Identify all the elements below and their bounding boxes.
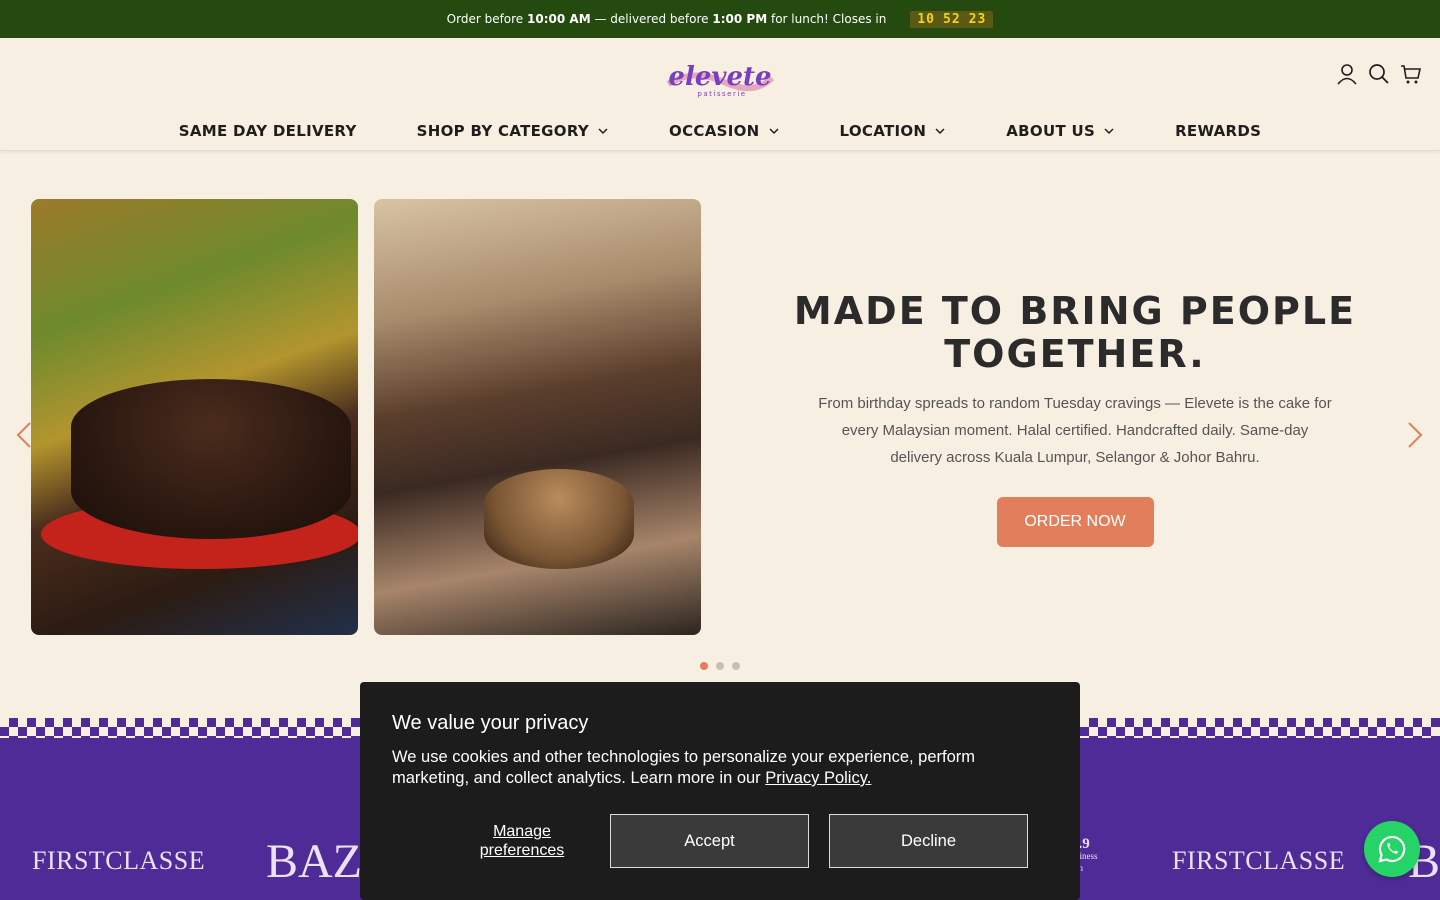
celebration-cake	[484, 469, 634, 569]
cookie-body-text: We use cookies and other technologies to…	[392, 748, 976, 787]
hero-image-chocolate-cake	[31, 199, 358, 635]
accept-cookies-button[interactable]: Accept	[610, 814, 809, 868]
whatsapp-chat-button[interactable]	[1364, 821, 1420, 877]
hero-title: MADE TO BRING PEOPLE TOGETHER.	[760, 290, 1390, 376]
announcement-prefix: Order before	[446, 12, 524, 26]
chevron-right-icon	[1408, 422, 1423, 448]
announcement-middle: — delivered before	[594, 12, 709, 26]
cookie-body: We use cookies and other technologies to…	[392, 747, 992, 789]
site-logo[interactable]: elevete patisserie	[664, 58, 776, 102]
main-nav: SAME DAY DELIVERY SHOP BY CATEGORY OCCAS…	[0, 122, 1440, 140]
nav-about-us[interactable]: ABOUT US	[1006, 122, 1115, 140]
slider-next-arrow[interactable]	[1405, 420, 1425, 450]
nav-label: LOCATION	[839, 122, 927, 140]
cookie-actions: Manage preferences Accept Decline	[392, 814, 1048, 868]
countdown-seconds: 23	[968, 11, 987, 27]
nav-label: OCCASION	[669, 122, 760, 140]
nav-label: ABOUT US	[1006, 122, 1096, 140]
slider-dot-1[interactable]	[700, 662, 708, 670]
slider-dot-3[interactable]	[732, 662, 740, 670]
manage-line-2: preferences	[479, 842, 565, 859]
logo-subtext: patisserie	[697, 90, 746, 98]
nav-label: REWARDS	[1175, 122, 1262, 140]
chocolate-cake	[71, 379, 351, 539]
announcement-bar: Order before 10:00 AM — delivered before…	[0, 0, 1440, 38]
hero-subtitle: From birthday spreads to random Tuesday …	[818, 395, 1332, 466]
countdown-minutes: 52	[943, 11, 961, 27]
chevron-down-icon	[1104, 128, 1114, 135]
manage-preferences-link[interactable]: Manage preferences	[447, 822, 597, 860]
manage-line-1: Manage	[493, 823, 551, 840]
nav-location[interactable]: LOCATION	[840, 122, 947, 140]
press-logo-firstclasse-2: FIRSTCLASSE	[1172, 846, 1346, 875]
cookie-consent-banner: We value your privacy We use cookies and…	[360, 682, 1080, 900]
announcement-suffix: for lunch! Closes in	[770, 12, 887, 26]
whatsapp-icon	[1378, 835, 1406, 863]
search-icon[interactable]	[1368, 62, 1390, 86]
header-icons	[1336, 62, 1422, 86]
press-logo-bazaar: BAZ	[266, 835, 362, 888]
countdown-hours: 10	[917, 11, 936, 27]
privacy-policy-link[interactable]: Privacy Policy.	[765, 769, 871, 787]
hero-copy: MADE TO BRING PEOPLE TOGETHER. From birt…	[760, 290, 1390, 547]
decline-cookies-button[interactable]: Decline	[829, 814, 1028, 868]
account-icon[interactable]	[1336, 62, 1358, 86]
slider-dot-2[interactable]	[716, 662, 724, 670]
chevron-down-icon	[935, 128, 945, 135]
hero-image-friends-cake	[374, 199, 701, 635]
nav-rewards[interactable]: REWARDS	[1175, 122, 1261, 140]
nav-same-day-delivery[interactable]: SAME DAY DELIVERY	[179, 122, 357, 140]
cookie-title: We value your privacy	[392, 712, 589, 734]
chevron-down-icon	[598, 128, 608, 135]
cart-icon[interactable]	[1400, 62, 1422, 86]
nav-shop-by-category[interactable]: SHOP BY CATEGORY	[417, 122, 609, 140]
countdown-timer: 10 52 23	[910, 10, 994, 28]
delivery-time: 1:00 PM	[712, 12, 768, 26]
order-cutoff-time: 10:00 AM	[527, 12, 591, 26]
announcement-text: Order before 10:00 AM — delivered before…	[447, 12, 887, 26]
site-header: elevete patisserie SAME DAY DELIVERY SHO…	[0, 38, 1440, 151]
slider-dots	[700, 662, 740, 670]
nav-label: SAME DAY DELIVERY	[178, 122, 357, 140]
logo-text: elevete	[668, 62, 771, 92]
hero-title-line-2: TOGETHER.	[944, 332, 1206, 376]
nav-label: SHOP BY CATEGORY	[416, 122, 590, 140]
hero-title-line-1: MADE TO BRING PEOPLE	[793, 289, 1357, 333]
nav-occasion[interactable]: OCCASION	[669, 122, 779, 140]
chevron-down-icon	[768, 128, 779, 135]
order-now-button[interactable]: ORDER NOW	[996, 497, 1154, 547]
press-logo-firstclasse: FIRSTCLASSE	[32, 846, 206, 875]
